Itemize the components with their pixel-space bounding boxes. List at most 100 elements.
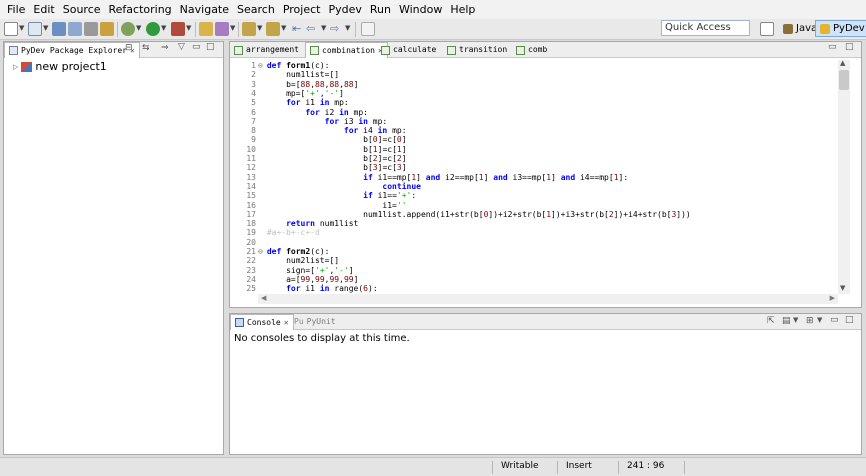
open-console-icon[interactable]: ⇱	[767, 316, 775, 326]
tree-item-new-project1[interactable]: ▷ new project1	[13, 60, 107, 73]
code-line[interactable]: 9 b[0]=c[0]	[230, 135, 406, 144]
console-minimize-icon[interactable]: ▭	[830, 315, 839, 325]
tab-package-explorer[interactable]: PyDev Package Explorer ✕	[4, 42, 140, 58]
menu-bar: File Edit Source Refactoring Navigate Search P…	[0, 0, 866, 19]
new-console-dropdown-icon[interactable]: ▼	[817, 316, 822, 324]
scroll-left-icon[interactable]: ◀	[261, 294, 266, 302]
new-dropdown-icon[interactable]: ▼	[19, 24, 24, 32]
scroll-right-icon[interactable]: ▶	[830, 294, 835, 302]
code-line[interactable]: 13 if i1==mp[1] and i2==mp[1] and i3==mp…	[230, 173, 628, 182]
editor-scroll-thumb[interactable]	[839, 70, 849, 90]
previous-annotation-icon[interactable]	[266, 22, 280, 36]
code-line[interactable]: 15 if i1=='+':	[230, 191, 416, 200]
next-annotation-icon[interactable]	[242, 22, 256, 36]
menu-project[interactable]: Project	[279, 0, 325, 19]
menu-window[interactable]: Window	[395, 0, 446, 19]
menu-run[interactable]: Run	[366, 0, 395, 19]
edit-icon[interactable]	[215, 22, 229, 36]
code-line[interactable]: 14 continue	[230, 182, 421, 191]
debug-dropdown-icon[interactable]: ▼	[136, 24, 141, 32]
save-icon[interactable]	[52, 22, 66, 36]
menu-edit[interactable]: Edit	[29, 0, 58, 19]
menu-pydev[interactable]: Pydev	[324, 0, 365, 19]
tab-arrangement[interactable]: arrangement	[230, 42, 303, 58]
quick-access-input[interactable]: Quick Access	[661, 20, 750, 36]
code-line[interactable]: 6 for i2 in mp:	[230, 108, 368, 117]
tab-pyunit[interactable]: Pu PyUnit	[290, 314, 340, 330]
code-line[interactable]: 7 for i3 in mp:	[230, 117, 387, 126]
console-maximize-icon[interactable]: □	[845, 315, 854, 325]
perspective-pydev[interactable]: PyDev	[815, 20, 866, 37]
back-dropdown-icon[interactable]: ▼	[321, 24, 326, 32]
code-line[interactable]: 3 b=[88,88,88,88]	[230, 80, 358, 89]
editor-horizontal-scrollbar[interactable]: ◀ ▶	[258, 294, 838, 304]
code-line[interactable]: 12 b[3]=c[3]	[230, 163, 406, 172]
collapse-all-icon[interactable]: ⊟	[125, 43, 133, 53]
open-perspective-icon[interactable]	[760, 22, 774, 36]
new-file-icon[interactable]	[28, 22, 42, 36]
code-line[interactable]: 16 i1=''	[230, 201, 406, 210]
forward-dropdown-icon[interactable]: ▼	[345, 24, 350, 32]
new-console-icon[interactable]: ⊞	[806, 316, 814, 326]
close-icon[interactable]: ✕	[284, 316, 289, 330]
editor-minimize-icon[interactable]: ▭	[828, 42, 837, 52]
code-line[interactable]: 21 ⊖ def form2(c):	[230, 247, 329, 256]
tab-comb[interactable]: comb	[512, 42, 551, 58]
code-line[interactable]: 22 num2list=[]	[230, 256, 339, 265]
run-dropdown-icon[interactable]: ▼	[161, 24, 166, 32]
last-edit-icon[interactable]: ⇤	[292, 22, 306, 36]
code-line[interactable]: 20	[230, 238, 267, 247]
code-line[interactable]: 1 ⊖ def form1(c):	[230, 61, 329, 70]
tab-combination[interactable]: combination✕	[305, 42, 388, 58]
minimize-icon[interactable]: ▭	[192, 42, 201, 52]
back-icon[interactable]: ⇦	[306, 22, 320, 36]
open-type-icon[interactable]	[100, 22, 114, 36]
external-tools-dropdown-icon[interactable]: ▼	[186, 24, 191, 32]
scroll-down-icon[interactable]: ▼	[840, 284, 845, 292]
external-tools-icon[interactable]	[171, 22, 185, 36]
pin-editor-icon[interactable]	[361, 22, 375, 36]
code-line[interactable]: 17 num1list.append(i1+str(b[0])+i2+str(b…	[230, 210, 690, 219]
code-line[interactable]: 5 for i1 in mp:	[230, 98, 349, 107]
tab-console[interactable]: Console ✕	[230, 314, 294, 330]
menu-source[interactable]: Source	[59, 0, 105, 19]
link-with-editor-icon[interactable]: ⇆	[142, 43, 150, 53]
code-line[interactable]: 8 for i4 in mp:	[230, 126, 406, 135]
code-line[interactable]: 19 #a+-b+-c+-d	[230, 228, 319, 237]
view-menu-icon[interactable]: ▽	[178, 42, 185, 52]
tab-calculate[interactable]: calculate	[377, 42, 440, 58]
editor-vertical-scrollbar[interactable]: ▲ ▼	[838, 59, 850, 294]
code-line[interactable]: 11 b[2]=c[2]	[230, 154, 406, 163]
code-line[interactable]: 4 mp=['+','-']	[230, 89, 344, 98]
forward-icon[interactable]: ⇨	[330, 22, 344, 36]
menu-search[interactable]: Search	[233, 0, 279, 19]
menu-navigate[interactable]: Navigate	[176, 0, 233, 19]
tree-expand-icon[interactable]: ▷	[13, 63, 18, 71]
new-icon[interactable]	[4, 22, 18, 36]
editor-maximize-icon[interactable]: □	[845, 42, 854, 52]
maximize-icon[interactable]: □	[206, 42, 215, 52]
previous-annotation-dropdown-icon[interactable]: ▼	[281, 24, 286, 32]
save-all-icon[interactable]	[68, 22, 82, 36]
scroll-up-icon[interactable]: ▲	[840, 59, 845, 67]
code-line[interactable]: 23 sign=['+','-']	[230, 266, 353, 275]
debug-icon[interactable]	[121, 22, 135, 36]
next-annotation-dropdown-icon[interactable]: ▼	[257, 24, 262, 32]
new-file-dropdown-icon[interactable]: ▼	[43, 24, 48, 32]
menu-refactoring[interactable]: Refactoring	[105, 0, 176, 19]
display-console-icon[interactable]: ▤	[782, 316, 791, 326]
print-icon[interactable]	[84, 22, 98, 36]
tab-transition[interactable]: transition	[443, 42, 511, 58]
edit-dropdown-icon[interactable]: ▼	[230, 24, 235, 32]
menu-help[interactable]: Help	[446, 0, 479, 19]
run-icon[interactable]	[146, 22, 160, 36]
code-line[interactable]: 18 return num1list	[230, 219, 358, 228]
code-line[interactable]: 24 a=[99,99,99,99]	[230, 275, 358, 284]
menu-file[interactable]: File	[3, 0, 29, 19]
code-line[interactable]: 10 b[1]=c[1]	[230, 145, 406, 154]
display-console-dropdown-icon[interactable]: ▼	[793, 316, 798, 324]
code-line[interactable]: 2 num1list=[]	[230, 70, 339, 79]
code-line[interactable]: 25 for i1 in range(6):	[230, 284, 377, 293]
open-folder-icon[interactable]	[199, 22, 213, 36]
filter-icon[interactable]: ⇒	[161, 43, 169, 53]
